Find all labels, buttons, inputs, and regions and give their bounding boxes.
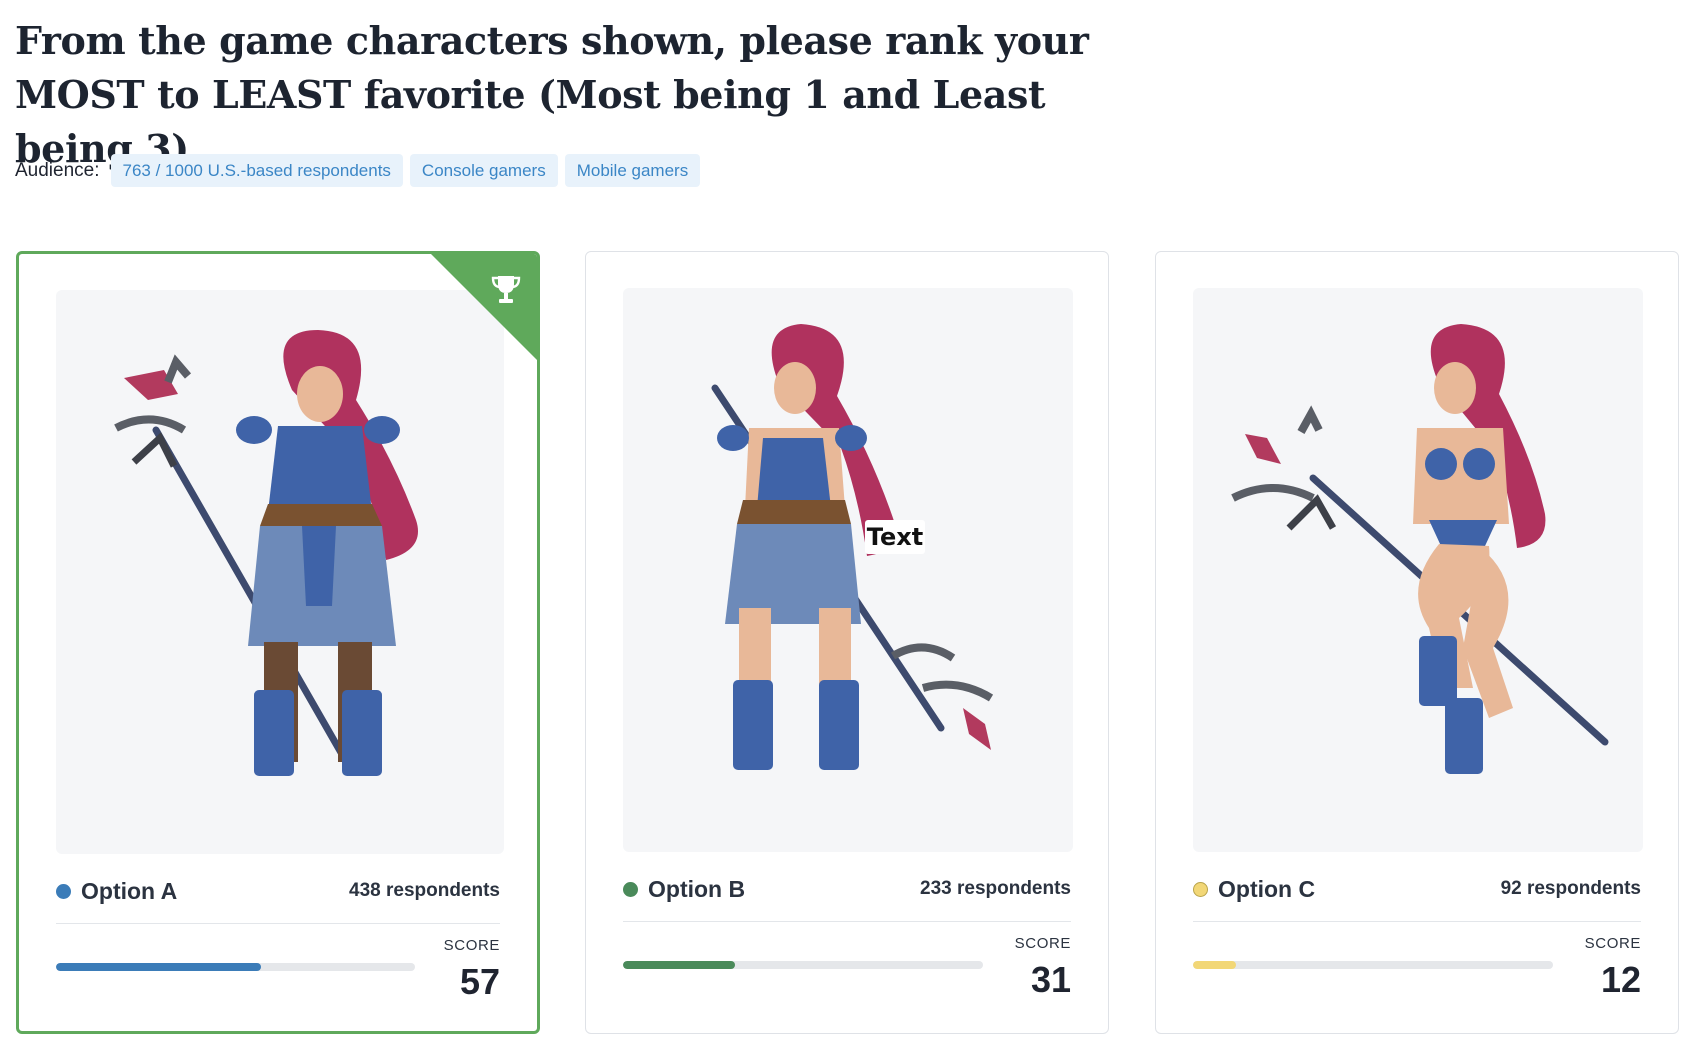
audience-filters: Audience: 763 / 1000 U.S.-based responde…: [15, 154, 701, 187]
audience-chip-respondents[interactable]: 763 / 1000 U.S.-based respondents: [110, 154, 403, 187]
respondent-count-b: 233 respondents: [920, 878, 1071, 899]
divider: [1193, 921, 1641, 922]
character-illustration-b: [711, 324, 994, 770]
audience-label: Audience:: [15, 159, 100, 181]
respondent-count-c: 92 respondents: [1500, 878, 1641, 899]
divider: [56, 923, 500, 924]
image-overlay-text: Text: [865, 520, 925, 554]
option-header-c: Option C 92 respondents: [1193, 874, 1641, 904]
option-name-b: Option B: [648, 875, 746, 902]
option-card-a[interactable]: Option A 438 respondents SCORE 57: [16, 251, 540, 1034]
audience-chip-mobile-gamers[interactable]: Mobile gamers: [564, 154, 701, 187]
score-label-c: SCORE: [1584, 935, 1641, 952]
character-image-c: [1193, 288, 1643, 852]
audience-chip-console-gamers[interactable]: Console gamers: [409, 154, 558, 187]
score-bar-fill-b: [623, 961, 735, 969]
option-card-c[interactable]: Option C 92 respondents SCORE 12: [1155, 251, 1679, 1034]
question-title: From the game characters shown, please r…: [15, 18, 1089, 171]
option-header-a: Option A 438 respondents: [56, 876, 500, 906]
divider: [623, 921, 1071, 922]
character-illustration-a: [114, 330, 418, 776]
score-bar-b: [623, 961, 983, 969]
score-bar-fill-a: [56, 963, 261, 971]
option-color-dot-a: [56, 883, 71, 899]
character-image-a: [56, 290, 504, 854]
character-image-b: Text: [623, 288, 1073, 852]
score-bar-a: [56, 963, 415, 971]
score-bar-c: [1193, 961, 1553, 969]
score-label-b: SCORE: [1014, 935, 1071, 952]
score-value-b: 31: [1030, 959, 1071, 1000]
score-label-a: SCORE: [443, 937, 500, 954]
winner-ribbon: [430, 254, 537, 361]
score-value-c: 12: [1600, 959, 1641, 1000]
option-color-dot-b: [623, 881, 638, 897]
option-card-b[interactable]: Text Option B 233 respondents SCORE 31: [585, 251, 1109, 1034]
option-name-a: Option A: [81, 877, 178, 904]
score-bar-fill-c: [1193, 961, 1237, 969]
option-name-c: Option C: [1218, 875, 1316, 902]
respondent-count-a: 438 respondents: [349, 880, 500, 901]
character-illustration-c: [1231, 324, 1609, 774]
score-value-a: 57: [459, 961, 500, 1002]
option-color-dot-c: [1193, 881, 1208, 897]
trophy-icon: [491, 276, 521, 303]
option-header-b: Option B 233 respondents: [623, 874, 1071, 904]
